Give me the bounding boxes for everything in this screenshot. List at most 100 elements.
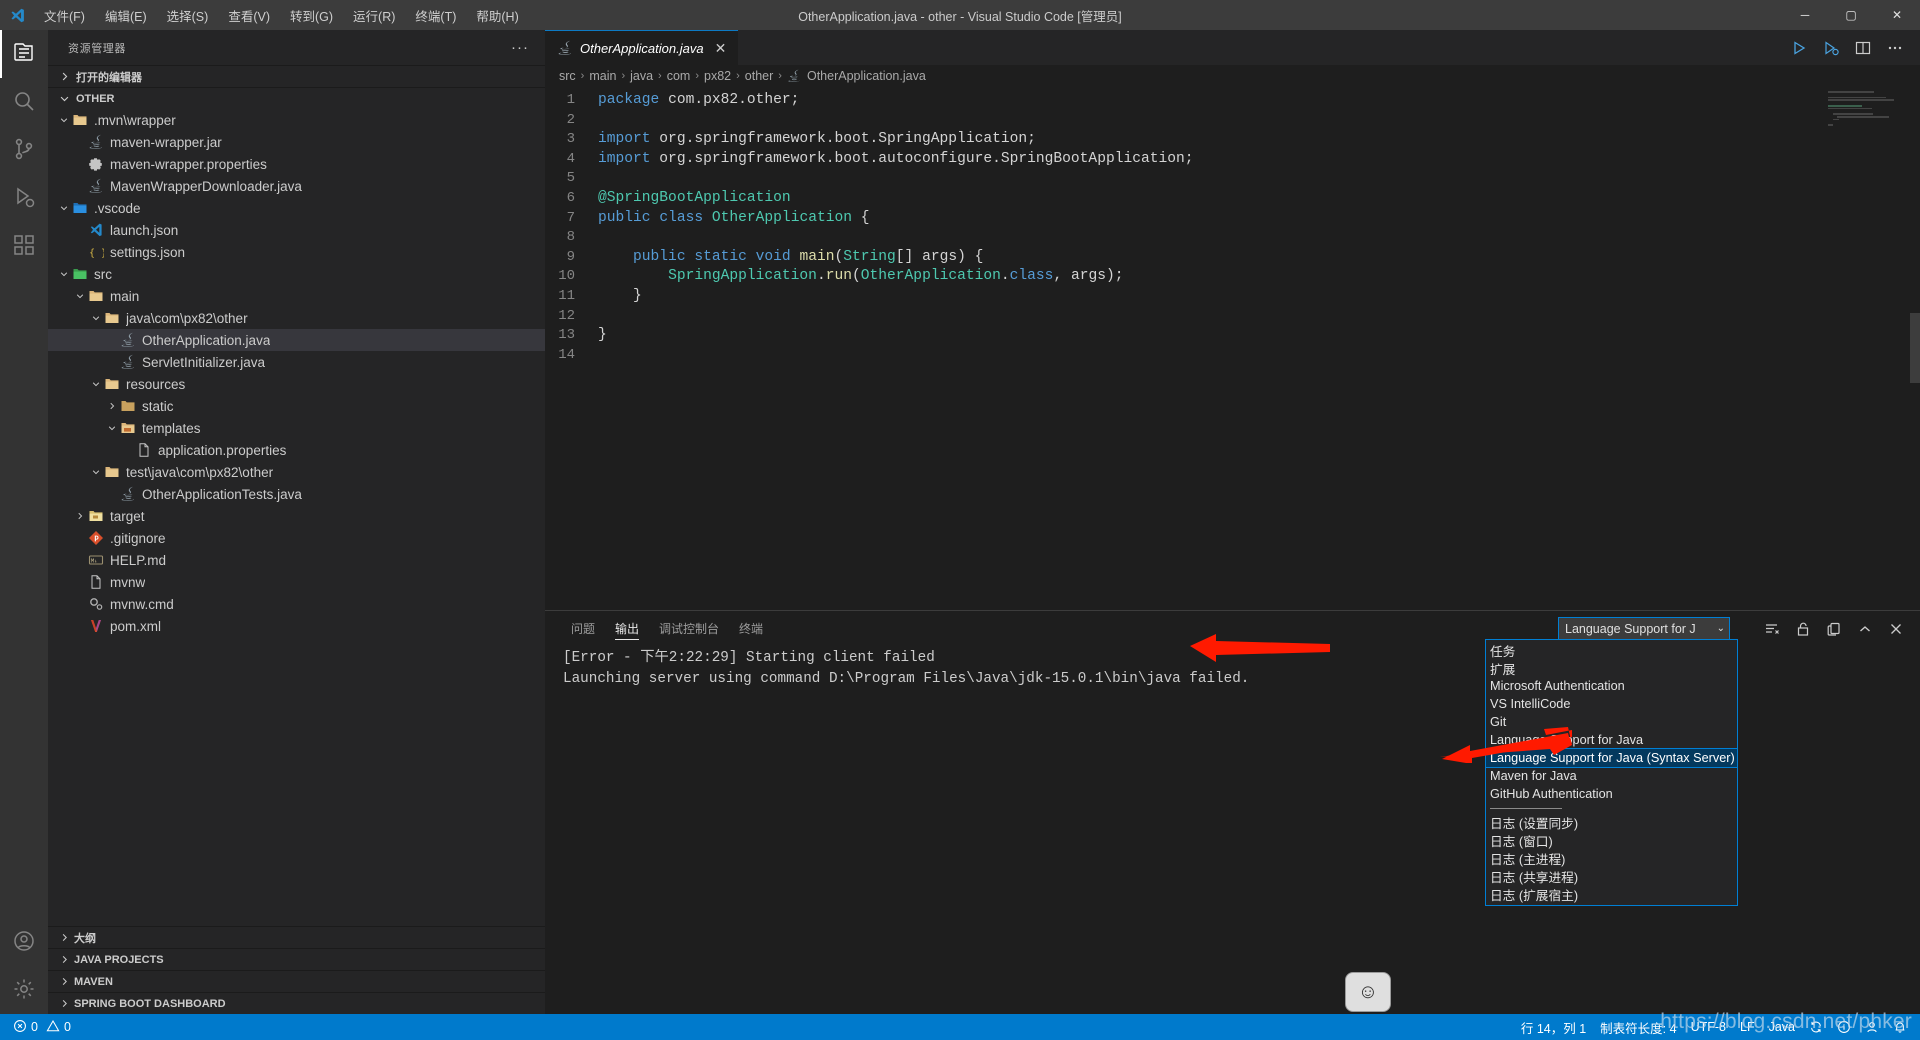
breadcrumb-item[interactable]: OtherApplication.java — [807, 69, 926, 83]
code-text[interactable]: } — [598, 326, 607, 346]
maximize-button[interactable]: ▢ — [1828, 0, 1874, 30]
status-indentation[interactable]: 制表符长度: 4 — [1593, 1014, 1683, 1040]
code-text[interactable]: SpringApplication.run(OtherApplication.c… — [598, 267, 1123, 287]
section-workspace[interactable]: OTHER — [48, 87, 545, 109]
dropdown-item[interactable]: 日志 (设置同步) — [1486, 813, 1737, 831]
status-problems[interactable]: 0 0 — [6, 1014, 78, 1040]
panel-tab-debug-console[interactable]: 调试控制台 — [649, 611, 729, 646]
code-text[interactable]: package com.px82.other; — [598, 91, 799, 111]
minimize-button[interactable]: ─ — [1782, 0, 1828, 30]
tree-file-row[interactable]: { } settings.json — [48, 241, 545, 263]
code-editor[interactable]: 1 package com.px82.other; 2 3 import org.spr… — [545, 87, 1920, 610]
dropdown-item[interactable]: 日志 (主进程) — [1486, 849, 1737, 867]
tree-file-row[interactable]: maven-wrapper.properties — [48, 153, 545, 175]
sidebar-section-大纲[interactable]: 大纲 — [48, 926, 545, 948]
tab-otherapplication-java[interactable]: OtherApplication.java ✕ — [545, 30, 739, 65]
tree-file-row[interactable]: OtherApplicationTests.java — [48, 483, 545, 505]
breadcrumb[interactable]: src › main › java › com › px82 › other › OtherApplic… — [545, 65, 1920, 87]
code-text[interactable]: public class OtherApplication { — [598, 209, 870, 229]
play-icon[interactable] — [1784, 34, 1814, 62]
panel-tab-output[interactable]: 输出 — [605, 611, 649, 646]
clear-icon[interactable] — [1758, 616, 1786, 642]
menu-help[interactable]: 帮助(H) — [466, 2, 528, 29]
panel-tab-problems[interactable]: 问题 — [561, 611, 605, 646]
close-panel-icon[interactable] — [1882, 616, 1910, 642]
dropdown-item[interactable]: Git — [1486, 713, 1737, 731]
dropdown-item[interactable]: 任务 — [1486, 641, 1737, 659]
output-channel-select[interactable]: Language Support for J ⌄ — [1558, 617, 1730, 640]
status-cursor-position[interactable]: 行 14，列 1 — [1514, 1014, 1593, 1040]
output-channel-dropdown[interactable]: 任务 扩展 Microsoft Authentication VS IntelliCo… — [1485, 639, 1738, 906]
window-controls[interactable]: ─ ▢ ✕ — [1782, 0, 1920, 30]
tree-file-row[interactable]: maven-wrapper.jar — [48, 131, 545, 153]
menu-go[interactable]: 转到(G) — [280, 2, 343, 29]
chevron-down-icon[interactable] — [56, 266, 72, 282]
menu-file[interactable]: 文件(F) — [34, 2, 95, 29]
activity-explorer[interactable] — [0, 30, 48, 78]
split-editor-icon[interactable] — [1848, 34, 1878, 62]
dropdown-item[interactable]: GitHub Authentication — [1486, 785, 1737, 803]
tree-folder-row[interactable]: static — [48, 395, 545, 417]
status-language-mode[interactable]: Java — [1762, 1014, 1802, 1040]
sidebar-section-spring-boot-dashboard[interactable]: SPRING BOOT DASHBOARD — [48, 992, 545, 1014]
tree-file-row[interactable]: mvnw.cmd — [48, 593, 545, 615]
editor-tab-actions[interactable] — [1784, 30, 1920, 65]
tree-file-row[interactable]: launch.json — [48, 219, 545, 241]
person-icon[interactable] — [1858, 1014, 1886, 1040]
tree-folder-row[interactable]: target — [48, 505, 545, 527]
chevron-down-icon[interactable] — [88, 376, 104, 392]
tree-folder-row[interactable]: templates — [48, 417, 545, 439]
dropdown-item[interactable]: Language Support for Java — [1486, 731, 1737, 749]
sidebar-bottom-sections[interactable]: 大纲 JAVA PROJECTS MAVEN SPRING BOOT DASHBOAR… — [48, 926, 545, 1014]
code-text[interactable]: import org.springframework.boot.SpringAp… — [598, 130, 1036, 150]
code-text[interactable]: @SpringBootApplication — [598, 189, 791, 209]
chevron-down-icon[interactable] — [56, 112, 72, 128]
chevron-right-icon[interactable] — [104, 398, 120, 414]
activity-extensions[interactable] — [0, 222, 48, 270]
tree-file-row[interactable]: mvnw — [48, 571, 545, 593]
code-text[interactable]: import org.springframework.boot.autoconf… — [598, 150, 1194, 170]
activity-accounts[interactable] — [0, 918, 48, 966]
chevron-down-icon[interactable] — [56, 200, 72, 216]
sidebar-section-maven[interactable]: MAVEN — [48, 970, 545, 992]
minimap[interactable] — [1828, 91, 1906, 131]
activity-run-debug[interactable] — [0, 174, 48, 222]
dropdown-item[interactable]: Language Support for Java (Syntax Server… — [1485, 748, 1738, 768]
breadcrumb-item[interactable]: java — [630, 69, 653, 83]
status-encoding[interactable]: UTF-8 — [1684, 1014, 1733, 1040]
panel-actions[interactable] — [1758, 616, 1920, 642]
sync-icon[interactable] — [1802, 1014, 1830, 1040]
dropdown-item[interactable]: Maven for Java — [1486, 767, 1737, 785]
close-button[interactable]: ✕ — [1874, 0, 1920, 30]
debug-play-icon[interactable] — [1816, 34, 1846, 62]
chevron-up-icon[interactable] — [1851, 616, 1879, 642]
menu-terminal[interactable]: 终端(T) — [405, 2, 466, 29]
menu-view[interactable]: 查看(V) — [218, 2, 280, 29]
tree-file-row[interactable]: OtherApplication.java — [48, 329, 545, 351]
chevron-down-icon[interactable] — [104, 420, 120, 436]
tree-file-row[interactable]: M↓ HELP.md — [48, 549, 545, 571]
bell-icon[interactable] — [1886, 1014, 1914, 1040]
section-open-editors[interactable]: 打开的编辑器 — [48, 65, 545, 87]
tree-file-row[interactable]: .gitignore — [48, 527, 545, 549]
menu-run[interactable]: 运行(R) — [343, 2, 405, 29]
tree-folder-row[interactable]: main — [48, 285, 545, 307]
menu-bar[interactable]: 文件(F) 编辑(E) 选择(S) 查看(V) 转到(G) 运行(R) 终端(T… — [34, 2, 529, 29]
tree-file-row[interactable]: ServletInitializer.java — [48, 351, 545, 373]
sidebar-section-java-projects[interactable]: JAVA PROJECTS — [48, 948, 545, 970]
tree-file-row[interactable]: pom.xml — [48, 615, 545, 637]
tree-folder-row[interactable]: resources — [48, 373, 545, 395]
dropdown-item[interactable]: 日志 (共享进程) — [1486, 867, 1737, 885]
activity-source-control[interactable] — [0, 126, 48, 174]
breadcrumb-item[interactable]: main — [589, 69, 616, 83]
activity-search[interactable] — [0, 78, 48, 126]
tree-folder-row[interactable]: test\java\com\px82\other — [48, 461, 545, 483]
tree-folder-row[interactable]: .vscode — [48, 197, 545, 219]
sidebar-more-actions[interactable]: ··· — [505, 39, 535, 56]
dropdown-item[interactable]: 日志 (窗口) — [1486, 831, 1737, 849]
dropdown-item[interactable]: VS IntelliCode — [1486, 695, 1737, 713]
open-editor-icon[interactable] — [1820, 616, 1848, 642]
unlock-icon[interactable] — [1789, 616, 1817, 642]
dropdown-item[interactable]: 日志 (扩展宿主) — [1486, 885, 1737, 903]
chevron-down-icon[interactable] — [72, 288, 88, 304]
